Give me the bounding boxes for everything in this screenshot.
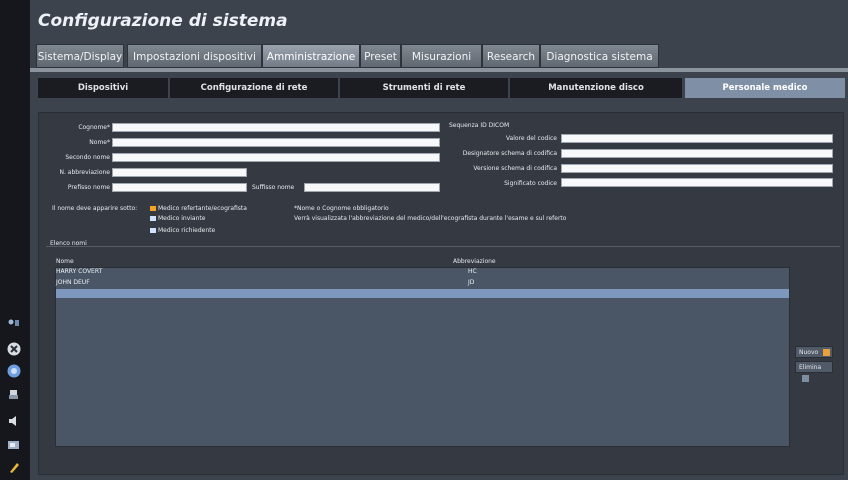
valore-codice-field[interactable] (561, 134, 833, 143)
significato-field[interactable] (561, 178, 833, 187)
designatore-label: Designatore schema di codifica (462, 150, 557, 157)
subtab-personale-medico[interactable]: Personale medico (685, 78, 845, 98)
new-button-label: Nuovo (799, 349, 819, 356)
delete-button-label: Elimina (799, 364, 822, 371)
versione-label: Versione schema di codifica (473, 165, 557, 172)
tab-diagnostica-sistema[interactable]: Diagnostica sistema (540, 44, 659, 68)
table-row[interactable]: JOHN DEUF JD (55, 278, 790, 288)
required-note: *Nome o Cognome obbligatorio (294, 205, 389, 212)
significato-label: Significato codice (504, 180, 557, 187)
designatore-field[interactable] (561, 149, 833, 158)
subtab-manutenzione-disco[interactable]: Manutenzione disco (510, 78, 682, 98)
page-title: Configurazione di sistema (38, 11, 288, 31)
delete-icon (802, 375, 809, 382)
suffisso-label: Suffisso nome (252, 184, 295, 191)
option-refertante-checkbox[interactable] (150, 206, 156, 211)
close-circle-icon[interactable] (7, 341, 21, 356)
pen-icon[interactable] (7, 459, 21, 473)
tab-preset[interactable]: Preset (360, 44, 401, 68)
option-richiedente-checkbox[interactable] (150, 228, 156, 233)
nome-label: Nome* (89, 139, 110, 146)
user-probe-icon[interactable] (7, 316, 21, 330)
table-row[interactable]: HARRY COVERT HC (55, 267, 790, 277)
subtab-strumenti-di-rete[interactable]: Strumenti di rete (340, 78, 508, 98)
option-refertante-label: Medico refertante/ecografista (158, 205, 247, 212)
tab-sistema-display[interactable]: Sistema/Display (36, 44, 124, 68)
tab-amministrazione[interactable]: Amministrazione (262, 44, 360, 68)
abbreviation-info-note: Verrà visualizzata l'abbreviazione del m… (294, 215, 567, 222)
row-name: JOHN DEUF (56, 279, 90, 286)
row-name: HARRY COVERT (56, 268, 103, 275)
secondo-nome-label: Secondo nome (65, 154, 110, 161)
subtab-configurazione-di-rete[interactable]: Configurazione di rete (170, 78, 338, 98)
column-header-nome: Nome (56, 258, 74, 265)
appear-label: Il nome deve apparire sotto: (52, 205, 138, 212)
suffisso-field[interactable] (304, 183, 440, 192)
dicom-section-label: Sequenza ID DICOM (449, 122, 510, 129)
cognome-field[interactable] (112, 123, 440, 132)
names-list-divider (46, 246, 840, 247)
volume-icon[interactable] (7, 413, 21, 427)
valore-codice-label: Valore del codice (505, 135, 557, 142)
column-header-abbreviazione: Abbreviazione (453, 258, 496, 265)
tab-research[interactable]: Research (482, 44, 540, 68)
abbreviazione-label: N. abbreviazione (59, 169, 111, 176)
option-richiedente-label: Medico richiedente (158, 227, 216, 234)
option-inviante-label: Medico inviante (158, 215, 206, 222)
settings-wheel-icon[interactable] (7, 363, 21, 378)
new-button[interactable]: Nuovo (795, 346, 833, 358)
versione-field[interactable] (561, 164, 833, 173)
nome-field[interactable] (112, 138, 440, 147)
selected-empty-row[interactable] (56, 289, 789, 298)
row-abbr: JD (468, 279, 475, 286)
option-inviante-checkbox[interactable] (150, 216, 156, 221)
prefisso-field[interactable] (112, 183, 247, 192)
tab-strip (30, 68, 848, 72)
printer-icon[interactable] (7, 387, 21, 401)
row-abbr: HC (468, 268, 477, 275)
subtab-dispositivi[interactable]: Dispositivi (38, 78, 168, 98)
abbreviazione-field[interactable] (112, 168, 247, 177)
image-archive-icon[interactable] (7, 437, 21, 451)
prefisso-label: Prefisso nome (67, 184, 110, 191)
tab-misurazioni[interactable]: Misurazioni (401, 44, 482, 68)
delete-button[interactable]: Elimina (795, 361, 833, 382)
new-doc-icon (823, 349, 831, 356)
tab-impostazioni-dispositivi[interactable]: Impostazioni dispositivi (127, 44, 262, 68)
cognome-label: Cognome* (78, 124, 110, 131)
names-list-header (55, 257, 790, 266)
secondo-nome-field[interactable] (112, 153, 440, 162)
left-toolbar (0, 0, 30, 480)
